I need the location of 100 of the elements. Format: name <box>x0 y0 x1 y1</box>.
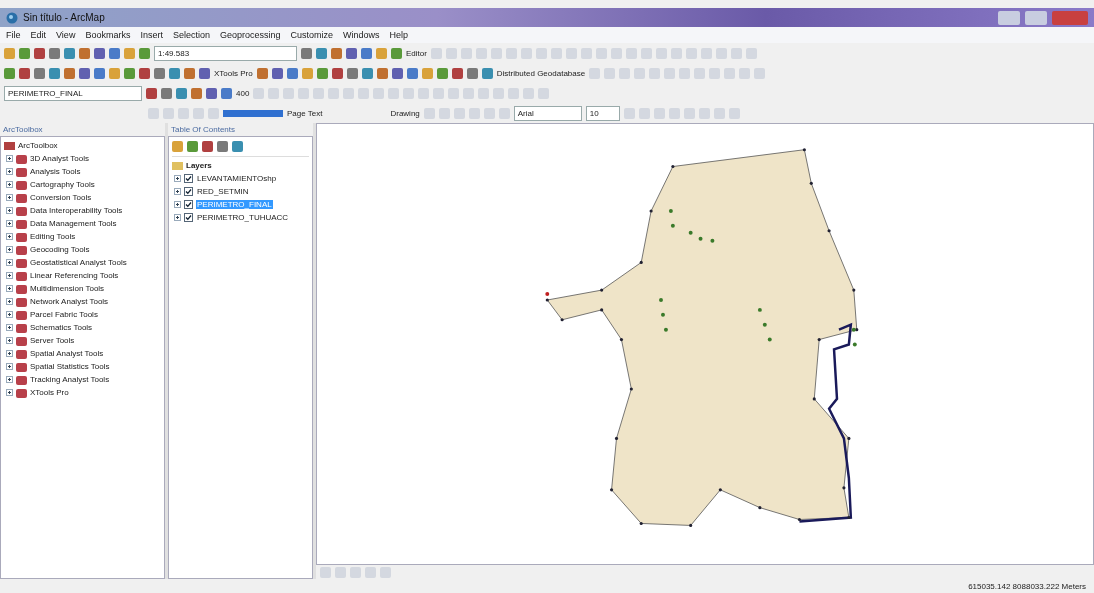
toolbar-icon[interactable] <box>331 67 343 79</box>
tree-item[interactable]: Network Analyst Tools <box>30 297 109 306</box>
layer-item[interactable]: PERIMETRO_TUHUACC <box>196 213 290 222</box>
tree-item[interactable]: Cartography Tools <box>30 180 95 189</box>
layer-checkbox[interactable] <box>184 187 193 196</box>
editor-menu[interactable]: Editor <box>406 48 427 58</box>
toolbar-icon[interactable] <box>154 67 165 79</box>
toolbar-icon[interactable] <box>176 87 187 99</box>
menu-item[interactable]: Help <box>389 30 409 40</box>
toolbar-icon[interactable] <box>286 67 298 79</box>
menu-item[interactable]: Insert <box>140 30 163 40</box>
tree-item[interactable]: Geostatistical Analyst Tools <box>30 258 127 267</box>
tree-item[interactable]: Editing Tools <box>30 232 76 241</box>
expand-icon[interactable] <box>6 233 13 240</box>
toolbar-icon[interactable] <box>146 87 157 99</box>
tree-item[interactable]: Analysis Tools <box>30 167 81 176</box>
toolbar-icon[interactable] <box>64 47 75 59</box>
toolbar-icon[interactable] <box>451 67 463 79</box>
menu-item[interactable]: View <box>56 30 76 40</box>
menu-item[interactable]: Edit <box>30 30 47 40</box>
layer-dropdown[interactable]: PERIMETRO_FINAL <box>4 85 142 101</box>
toolbar-icon[interactable] <box>391 67 403 79</box>
expand-icon[interactable] <box>174 175 181 182</box>
expand-icon[interactable] <box>6 259 13 266</box>
expand-icon[interactable] <box>174 214 181 221</box>
expand-icon[interactable] <box>6 337 13 344</box>
expand-icon[interactable] <box>6 207 13 214</box>
toolbar-icon[interactable] <box>346 47 357 59</box>
expand-icon[interactable] <box>6 285 13 292</box>
toolbar-icon[interactable] <box>139 47 150 59</box>
menu-item[interactable]: Bookmarks <box>85 30 131 40</box>
toolbar-icon[interactable] <box>191 87 202 99</box>
toolbar-icon[interactable] <box>19 67 30 79</box>
expand-icon[interactable] <box>6 181 13 188</box>
tree-item[interactable]: Linear Referencing Tools <box>30 271 119 280</box>
expand-icon[interactable] <box>6 272 13 279</box>
font-dropdown[interactable]: Arial <box>513 105 582 121</box>
toolbar-icon[interactable] <box>436 67 448 79</box>
toolbar-icon[interactable] <box>79 67 90 79</box>
toolbar-icon[interactable] <box>391 47 402 59</box>
expand-icon[interactable] <box>6 220 13 227</box>
toolbar-icon[interactable] <box>4 67 15 79</box>
toolbar-icon[interactable] <box>184 67 195 79</box>
drawing-menu[interactable]: Drawing <box>390 108 420 118</box>
toolbar-icon[interactable] <box>466 67 478 79</box>
menu-item[interactable]: Customize <box>290 30 333 40</box>
layer-checkbox[interactable] <box>184 213 193 222</box>
toolbar-icon[interactable] <box>187 141 198 152</box>
expand-icon[interactable] <box>6 311 13 318</box>
toolbar-icon[interactable] <box>79 47 90 59</box>
toolbar-icon[interactable] <box>271 67 283 79</box>
toolbar-icon[interactable] <box>34 67 45 79</box>
toolbar-icon[interactable] <box>34 47 45 59</box>
toolbar-icon[interactable] <box>64 67 75 79</box>
expand-icon[interactable] <box>6 389 13 396</box>
toolbar-icon[interactable] <box>49 47 60 59</box>
expand-icon[interactable] <box>6 298 13 305</box>
close-button[interactable] <box>1052 10 1088 25</box>
expand-icon[interactable] <box>6 363 13 370</box>
tree-item[interactable]: XTools Pro <box>30 388 69 397</box>
minimize-button[interactable] <box>998 10 1020 25</box>
toolbar-icon[interactable] <box>221 87 232 99</box>
layer-checkbox[interactable] <box>184 200 193 209</box>
tree-item[interactable]: Server Tools <box>30 336 75 345</box>
toolbar-icon[interactable] <box>139 67 150 79</box>
toolbar-icon[interactable] <box>406 67 418 79</box>
expand-icon[interactable] <box>6 155 13 162</box>
toolbar-icon[interactable] <box>124 67 135 79</box>
toolbar-icon[interactable] <box>361 67 373 79</box>
layer-item[interactable]: RED_SETMIN <box>196 187 250 196</box>
tree-item[interactable]: Multidimension Tools <box>30 284 105 293</box>
menu-item[interactable]: Geoprocessing <box>219 30 281 40</box>
toolbar-icon[interactable] <box>217 141 228 152</box>
menu-item[interactable]: File <box>6 30 21 40</box>
font-size-dropdown[interactable]: 10 <box>585 105 620 121</box>
toolbar-icon[interactable] <box>19 47 30 59</box>
page-text-menu[interactable]: Page Text <box>287 108 323 118</box>
toolbar-icon[interactable] <box>202 141 213 152</box>
tree-item[interactable]: Schematics Tools <box>30 323 93 332</box>
maximize-button[interactable] <box>1025 10 1047 25</box>
xtools-menu[interactable]: XTools Pro <box>214 68 253 78</box>
scale-dropdown[interactable]: 1:49.583 <box>154 45 297 61</box>
toolbar-icon[interactable] <box>361 47 372 59</box>
tree-item[interactable]: Geocoding Tools <box>30 245 90 254</box>
toolbar-icon[interactable] <box>331 47 342 59</box>
layer-item[interactable]: LEVANTAMIENTOshp <box>196 174 278 183</box>
tree-item[interactable]: 3D Analyst Tools <box>30 154 89 163</box>
expand-icon[interactable] <box>174 188 181 195</box>
tree-item[interactable]: Tracking Analyst Tools <box>30 375 110 384</box>
menu-item[interactable]: Windows <box>343 30 380 40</box>
toolbar-icon[interactable] <box>161 87 172 99</box>
expand-icon[interactable] <box>6 350 13 357</box>
toolbar-icon[interactable] <box>206 87 217 99</box>
toolbar-icon[interactable] <box>109 47 120 59</box>
toolbar-icon[interactable] <box>256 67 268 79</box>
tree-item[interactable]: Spatial Statistics Tools <box>30 362 110 371</box>
toolbar-icon[interactable] <box>94 47 105 59</box>
expand-icon[interactable] <box>6 376 13 383</box>
tree-item[interactable]: Data Interoperability Tools <box>30 206 123 215</box>
expand-icon[interactable] <box>6 168 13 175</box>
